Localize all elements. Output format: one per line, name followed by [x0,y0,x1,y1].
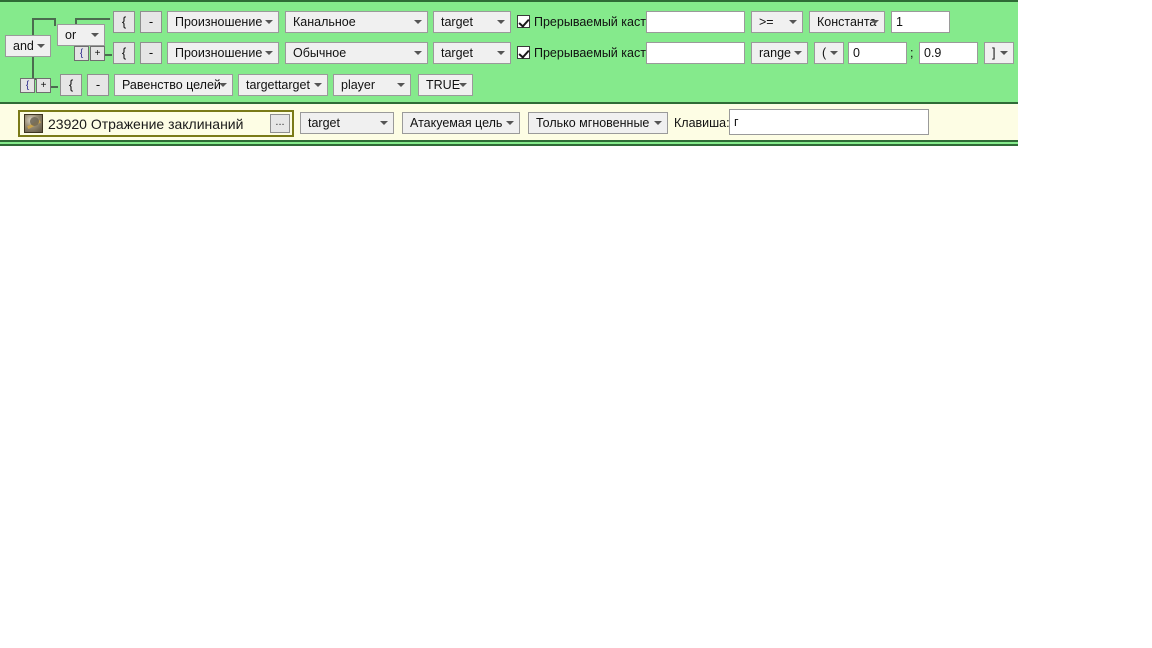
spell-name-label: 23920 Отражение заклинаний [48,115,244,132]
chevron-down-icon [871,20,879,24]
condition-1-value-kind-select[interactable]: Константа [809,11,885,33]
condition-2-interruptible-checkbox[interactable]: Прерываемый каст [517,42,646,64]
group-operator-value: or [65,28,77,42]
condition-2-bracket-open-value: ( [822,46,827,60]
condition-3-result-select[interactable]: TRUE [418,74,473,96]
key-label: Клавиша: [674,116,730,130]
chevron-down-icon [265,20,273,24]
condition-3-unit-b-select[interactable]: player [333,74,411,96]
chevron-down-icon [1000,51,1008,55]
chevron-down-icon [219,83,227,87]
action-target-value: target [308,116,340,130]
action-target-mode-value: Атакуемая цель [410,116,503,130]
spell-selector[interactable]: 23920 Отражение заклинаний ... [18,110,294,137]
condition-1-unit-value: target [441,15,473,29]
condition-2-remove-button[interactable]: - [140,42,162,64]
editor-window: and or { + { + { - Произношение Канально… [0,0,1152,648]
condition-1-type-select[interactable]: Произношение [167,11,279,33]
group-operator-select[interactable]: or [57,24,105,46]
chevron-down-icon [314,83,322,87]
action-cast-mode-select[interactable]: Только мгновенные [528,112,668,134]
condition-2-brace-button[interactable]: { [113,42,135,64]
group-add-button[interactable]: + [90,46,105,61]
condition-2-type-value: Произношение [175,46,263,60]
group-brace-button[interactable]: { [74,46,89,61]
condition-2-range-min-input[interactable]: 0 [848,42,907,64]
condition-1-value-input[interactable]: 1 [891,11,950,33]
condition-3-unit-a-select[interactable]: targettarget [238,74,328,96]
chevron-down-icon [794,51,802,55]
action-target-mode-select[interactable]: Атакуемая цель [402,112,520,134]
chevron-down-icon [397,83,405,87]
condition-3-result-value: TRUE [426,78,461,92]
chevron-down-icon [380,121,388,125]
condition-3-type-value: Равенство целей [122,78,221,92]
condition-2-range-separator: ; [910,46,914,60]
condition-1-operator-select[interactable]: >= [751,11,803,33]
tree-line-root-top-stub [54,18,56,26]
root-operator-select[interactable]: and [5,35,51,57]
chevron-down-icon [37,44,45,48]
condition-2-subtype-select[interactable]: Обычное [285,42,428,64]
condition-2-interruptible-label: Прерываемый каст [534,46,646,60]
condition-1-subtype-select[interactable]: Канальное [285,11,428,33]
chevron-down-icon [91,33,99,37]
condition-3-remove-button[interactable]: - [87,74,109,96]
tree-line-root-top [32,18,56,20]
condition-1-remove-button[interactable]: - [140,11,162,33]
condition-2-subtype-value: Обычное [293,46,347,60]
checkbox-check-icon [517,46,530,59]
chevron-down-icon [497,51,505,55]
action-target-select[interactable]: target [300,112,394,134]
condition-2-operator-value: range [759,46,791,60]
condition-1-spell-input[interactable] [646,11,745,33]
root-add-button[interactable]: + [36,78,51,93]
chevron-down-icon [654,121,662,125]
chevron-down-icon [265,51,273,55]
root-brace-button[interactable]: { [20,78,35,93]
condition-1-interruptible-checkbox[interactable]: Прерываемый каст [517,11,646,33]
checkbox-check-icon [517,15,530,28]
condition-2-spell-input[interactable] [646,42,745,64]
chevron-down-icon [506,121,514,125]
condition-2-bracket-open-select[interactable]: ( [814,42,844,64]
condition-1-unit-select[interactable]: target [433,11,511,33]
chevron-down-icon [789,20,797,24]
chevron-down-icon [414,51,422,55]
condition-2-unit-select[interactable]: target [433,42,511,64]
condition-3-brace-button[interactable]: { [60,74,82,96]
chevron-down-icon [459,83,467,87]
chevron-down-icon [497,20,505,24]
tree-line-group-top [75,18,110,20]
chevron-down-icon [414,20,422,24]
condition-1-brace-button[interactable]: { [113,11,135,33]
condition-2-range-max-input[interactable]: 0.9 [919,42,978,64]
action-cast-mode-value: Только мгновенные [536,116,650,130]
condition-2-bracket-close-select[interactable]: ] [984,42,1014,64]
spell-icon [24,114,43,133]
condition-2-operator-select[interactable]: range [751,42,808,64]
root-operator-value: and [13,39,34,53]
condition-1-value-kind-value: Константа [817,15,877,29]
condition-1-subtype-value: Канальное [293,15,356,29]
condition-3-type-select[interactable]: Равенство целей [114,74,233,96]
condition-3-unit-b-value: player [341,78,376,92]
key-input[interactable]: г [729,109,929,135]
condition-1-type-value: Произношение [175,15,263,29]
condition-2-unit-value: target [441,46,473,60]
condition-2-bracket-close-value: ] [992,46,996,60]
condition-3-unit-a-value: targettarget [246,78,310,92]
spell-browse-button[interactable]: ... [270,114,290,133]
conditions-panel: and or { + { + { - Произношение Канально… [0,0,1018,104]
condition-2-type-select[interactable]: Произношение [167,42,279,64]
condition-1-interruptible-label: Прерываемый каст [534,15,646,29]
action-panel-footer [0,142,1018,146]
chevron-down-icon [830,51,838,55]
condition-1-operator-value: >= [759,15,774,29]
